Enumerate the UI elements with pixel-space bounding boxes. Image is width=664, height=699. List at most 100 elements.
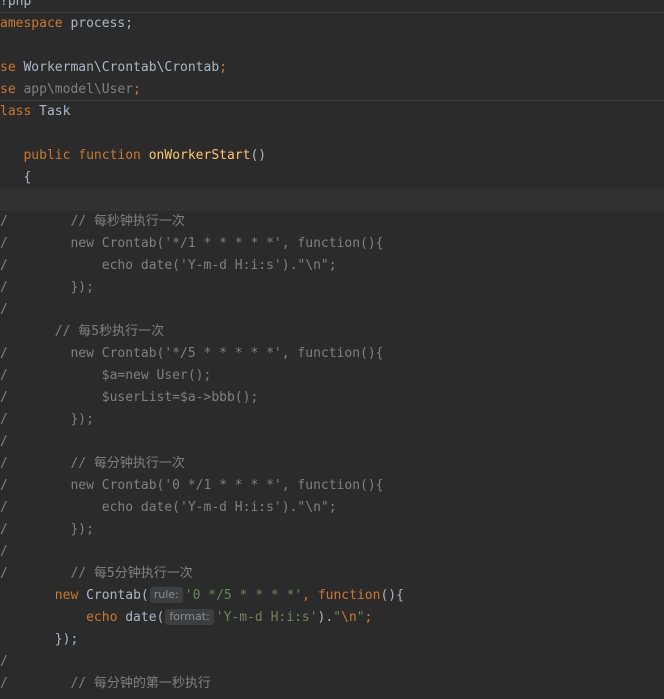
code-token: process; (62, 16, 134, 31)
code-token: lass (0, 104, 32, 119)
code-editor[interactable]: ?php amespace process; se Workerman\Cronta… (0, 0, 664, 695)
code-text: new Crontab('0 */1 * * * *', function(){ (0, 475, 384, 497)
code-token: new Crontab('*/5 * * * * *', function(){ (0, 346, 384, 361)
code-token: // 每分钟的第一秒执行 (0, 676, 211, 691)
code-token: $userList=$a->bbb(); (0, 390, 259, 405)
code-text: public function onWorkerStart() (0, 145, 266, 167)
code-token: echo (86, 610, 118, 625)
code-line[interactable]: se app\model\User; (0, 79, 664, 101)
code-line[interactable]: / }); (0, 519, 664, 541)
code-token: }); (0, 280, 94, 295)
code-line[interactable]: { (0, 167, 664, 189)
code-token: () (250, 148, 267, 163)
code-text: se Workerman\Crontab\Crontab; (0, 57, 227, 79)
comment-marker: / (0, 654, 8, 669)
code-token: function (317, 588, 381, 603)
code-line[interactable]: / $a=new User(); (0, 365, 664, 387)
code-text: }); (0, 277, 94, 299)
code-token: }); (0, 522, 94, 537)
code-token: (){ (380, 588, 404, 603)
code-line[interactable]: echo date(format: 'Y-m-d H:i:s')."\n"; (0, 607, 664, 629)
code-token: se (0, 60, 16, 75)
code-line[interactable]: / $userList=$a->bbb(); (0, 387, 664, 409)
code-line[interactable]: / // 每分钟执行一次 (0, 453, 664, 475)
code-text: echo date('Y-m-d H:i:s')."\n"; (0, 497, 337, 519)
code-token: date( (117, 610, 165, 625)
code-token: Task (31, 104, 71, 119)
code-line[interactable] (0, 189, 664, 211)
code-token: echo date('Y-m-d H:i:s')."\n"; (0, 258, 337, 273)
code-line[interactable]: / (0, 299, 664, 321)
code-line[interactable]: // 每5秒执行一次 (0, 321, 664, 343)
code-token: new Crontab('0 */1 * * * *', function(){ (0, 478, 384, 493)
code-token: { (0, 170, 32, 185)
code-token: se (0, 82, 16, 97)
code-line[interactable]: / // 每分钟的第一秒执行 (0, 673, 664, 695)
code-lines[interactable]: ?php amespace process; se Workerman\Cronta… (0, 0, 664, 695)
code-line[interactable]: / }); (0, 409, 664, 431)
code-text: $userList=$a->bbb(); (0, 387, 259, 409)
code-text: new Crontab(rule: '0 */5 * * * *', functi… (0, 585, 404, 607)
code-text: { (0, 167, 31, 189)
code-line[interactable] (0, 35, 664, 57)
parameter-hint: rule: (149, 587, 183, 603)
code-line[interactable]: / // 每5分钟执行一次 (0, 563, 664, 585)
code-line[interactable]: / new Crontab('*/5 * * * * *', function(… (0, 343, 664, 365)
code-line[interactable]: / new Crontab('*/1 * * * * *', function(… (0, 233, 664, 255)
code-text: echo date('Y-m-d H:i:s')."\n"; (0, 255, 337, 277)
code-token: app\model\User (15, 82, 134, 97)
code-token: // 每5分钟执行一次 (0, 566, 193, 581)
code-line[interactable]: ?php (0, 0, 664, 13)
code-token: '0 */5 * * * *' (184, 588, 303, 603)
code-token: \n (341, 610, 357, 625)
code-token: Crontab( (78, 588, 149, 603)
code-token: ; (364, 610, 373, 625)
comment-marker: / (0, 302, 8, 317)
code-token: }); (0, 412, 94, 427)
code-token: // 每秒钟执行一次 (0, 214, 185, 229)
code-token: ). (317, 610, 334, 625)
code-line[interactable]: amespace process; (0, 13, 664, 35)
code-line[interactable]: / echo date('Y-m-d H:i:s')."\n"; (0, 497, 664, 519)
code-token: new Crontab('*/1 * * * * *', function(){ (0, 236, 384, 251)
code-line[interactable]: / echo date('Y-m-d H:i:s')."\n"; (0, 255, 664, 277)
code-line[interactable]: / // 每秒钟执行一次 (0, 211, 664, 233)
code-token: 'Y-m-d H:i:s' (215, 610, 318, 625)
code-token: " (333, 610, 342, 625)
code-token: amespace (0, 16, 63, 31)
code-token: // 每分钟执行一次 (0, 456, 185, 471)
code-token: onWorkerStart (148, 148, 251, 163)
code-token: new (54, 588, 79, 603)
code-line[interactable]: / (0, 651, 664, 673)
code-token: ; (133, 82, 141, 97)
code-token: $a=new User(); (0, 368, 212, 383)
code-token: , (302, 588, 310, 603)
code-line[interactable]: se Workerman\Crontab\Crontab; (0, 57, 664, 79)
code-text: // 每5分钟执行一次 (0, 563, 193, 585)
code-line[interactable]: lass Task (0, 101, 664, 123)
code-line[interactable]: / (0, 541, 664, 563)
code-token: public function (23, 148, 141, 163)
code-text: // 每分钟执行一次 (0, 453, 185, 475)
code-text: }); (0, 409, 94, 431)
code-line[interactable]: public function onWorkerStart() (0, 145, 664, 167)
code-token: ; (219, 60, 227, 75)
code-line[interactable]: / new Crontab('0 */1 * * * *', function(… (0, 475, 664, 497)
code-line[interactable]: }); (0, 629, 664, 651)
code-line[interactable] (0, 123, 664, 145)
code-token: " (356, 610, 365, 625)
code-text: lass Task (0, 101, 70, 123)
code-text: // 每5秒执行一次 (0, 321, 164, 343)
code-line[interactable]: / }); (0, 277, 664, 299)
code-token: ?php (0, 0, 32, 9)
code-text: ?php (0, 0, 31, 13)
code-line[interactable]: / (0, 431, 664, 453)
code-line[interactable]: new Crontab(rule: '0 */5 * * * *', functi… (0, 585, 664, 607)
code-text: se app\model\User; (0, 79, 141, 101)
code-text: $a=new User(); (0, 365, 212, 387)
